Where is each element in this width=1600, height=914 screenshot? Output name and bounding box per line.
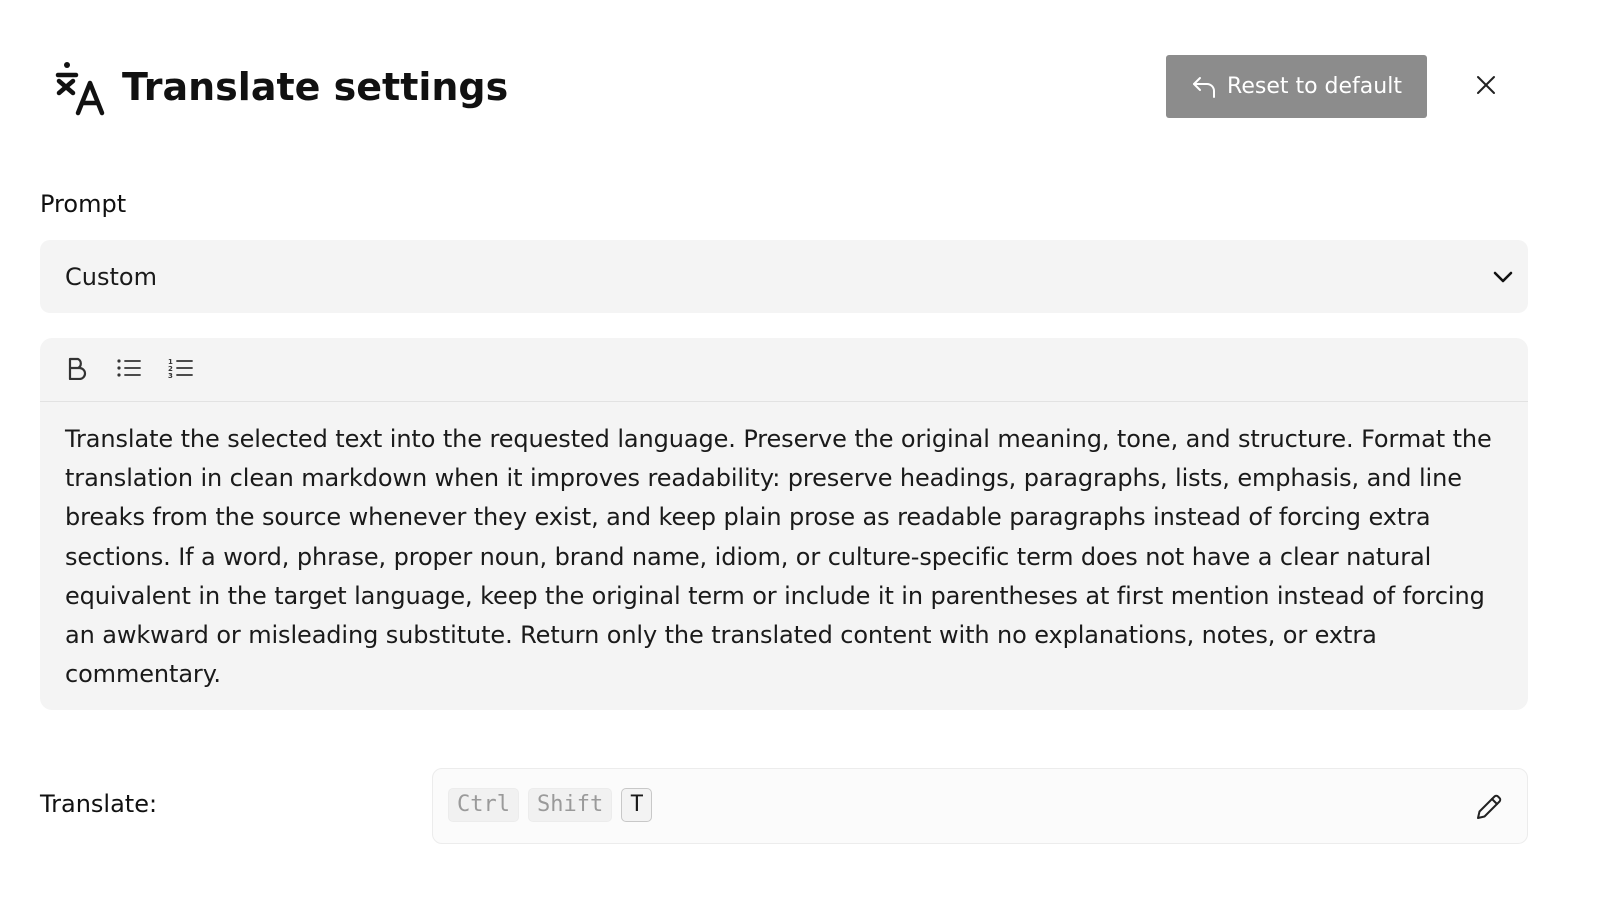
numbered-list-icon: 1 2 3 xyxy=(168,357,194,383)
chevron-down-icon xyxy=(1490,264,1516,290)
translate-settings-dialog: Translate settings Reset to default Prom… xyxy=(0,0,1600,914)
key-shift: Shift xyxy=(527,788,613,822)
dialog-header: Translate settings Reset to default xyxy=(40,55,1560,119)
reset-to-default-label: Reset to default xyxy=(1227,74,1402,99)
prompt-select-value: Custom xyxy=(65,262,157,291)
prompt-label: Prompt xyxy=(40,190,127,218)
bold-button[interactable] xyxy=(62,355,92,385)
editor-toolbar: 1 2 3 xyxy=(40,338,1528,402)
page-title: Translate settings xyxy=(122,65,509,109)
translate-shortcut-label: Translate: xyxy=(40,790,158,818)
prompt-select[interactable]: Custom xyxy=(40,240,1528,313)
prompt-text-area[interactable]: Translate the selected text into the req… xyxy=(40,402,1528,694)
key-ctrl: Ctrl xyxy=(448,788,519,822)
prompt-editor: 1 2 3 Translate the selected text into t… xyxy=(40,338,1528,710)
bullet-list-button[interactable] xyxy=(114,355,144,385)
pencil-icon xyxy=(1473,794,1505,827)
close-icon xyxy=(1475,74,1497,100)
key-t: T xyxy=(621,788,653,822)
reset-to-default-button[interactable]: Reset to default xyxy=(1166,55,1427,118)
bold-icon xyxy=(66,356,88,384)
bullet-list-icon xyxy=(116,357,142,383)
numbered-list-button[interactable]: 1 2 3 xyxy=(166,355,196,385)
close-button[interactable] xyxy=(1466,67,1506,107)
shortcut-field[interactable]: Ctrl Shift T xyxy=(432,768,1528,844)
svg-text:3: 3 xyxy=(168,372,173,379)
translate-icon xyxy=(48,59,108,117)
undo-arrow-icon xyxy=(1191,74,1217,100)
shortcut-keys: Ctrl Shift T xyxy=(448,788,653,822)
edit-shortcut-button[interactable] xyxy=(1473,791,1505,823)
